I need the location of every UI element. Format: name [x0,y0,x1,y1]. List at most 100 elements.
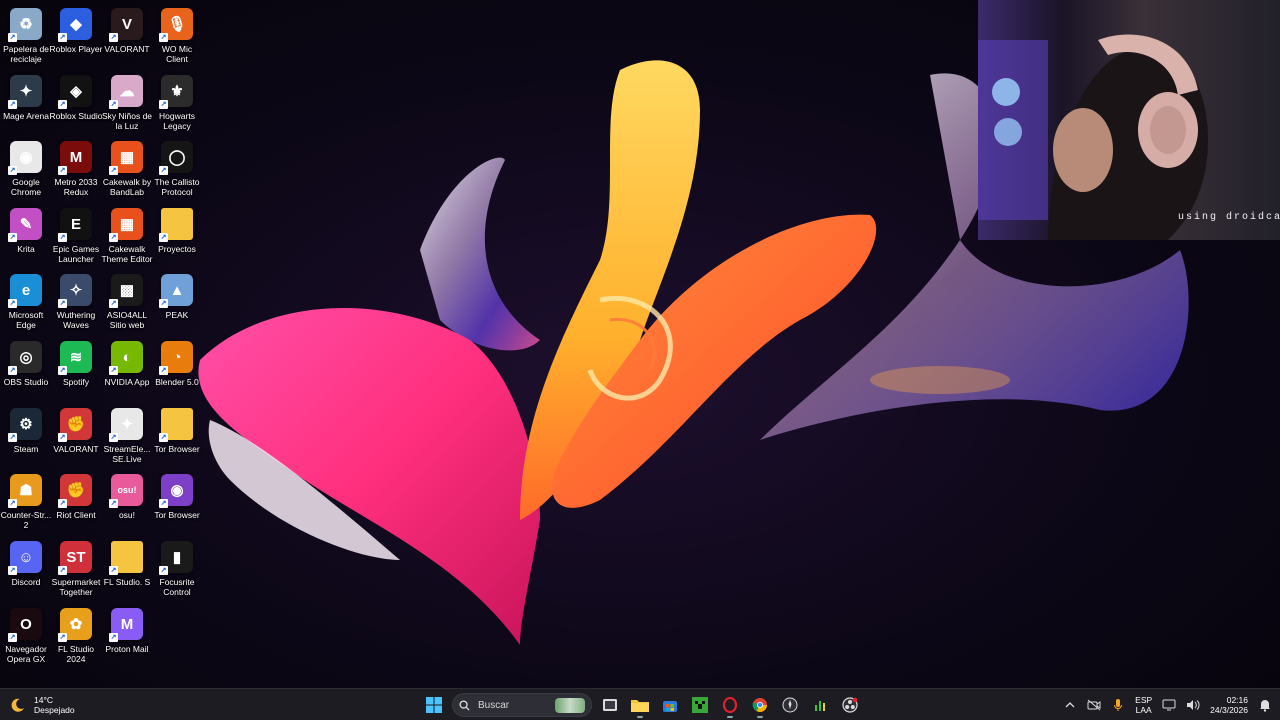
cakewalk-theme-icon: ▦ ↗ [109,208,143,242]
desktop-icon[interactable]: V ↗ VALORANT [101,4,153,70]
desktop-icon-label: Papelera de reciclaje [3,44,49,64]
fl-folder-icon: ↗ [109,541,143,575]
desktop-icon-grid: ♻ ↗ Papelera de reciclaje ◆ ↗ Roblox Player V ↗… [0,0,204,688]
shortcut-arrow-icon: ↗ [159,233,168,242]
start-button[interactable] [422,693,446,717]
volume-icon[interactable] [1186,698,1200,712]
language-indicator[interactable]: ESP LAA [1135,695,1152,715]
search-placeholder: Buscar [478,699,510,711]
desktop-icon[interactable]: ▲ ↗ PEAK [151,270,203,336]
desktop-icon[interactable]: ◎ ↗ OBS Studio [0,337,52,403]
desktop-icon[interactable]: ♻ ↗ Papelera de reciclaje [0,4,52,70]
notifications-icon[interactable] [1258,698,1272,712]
krita-icon: ✎ ↗ [8,208,42,242]
desktop-icon-label: Blender 5.0 [155,377,199,387]
shortcut-arrow-icon: ↗ [58,299,67,308]
minecraft-button[interactable] [688,693,712,717]
desktop-icon[interactable]: M ↗ Proton Mail [101,604,153,670]
focusrite-icon: ▮ ↗ [159,541,193,575]
proton-mail-icon: M ↗ [109,608,143,642]
shortcut-arrow-icon: ↗ [109,33,118,42]
desktop-icon[interactable]: ↗ FL Studio. S [101,537,153,603]
desktop-icon-label: OBS Studio [3,377,49,387]
opera-gx-icon [722,697,738,713]
taskbar-search[interactable]: Buscar [452,693,592,717]
desktop-icon[interactable]: ⚜ ↗ Hogwarts Legacy [151,71,203,137]
desktop-icon[interactable]: ✊ ↗ VALORANT [50,404,102,470]
desktop-icon[interactable]: ↗ Proyectos [151,204,203,270]
desktop-icon[interactable]: ◉ ↗ Tor Browser [151,470,203,536]
desktop-icon[interactable]: ↗ Tor Browser [151,404,203,470]
desktop-icon[interactable]: O ↗ Navegador Opera GX [0,604,52,670]
desktop-icon[interactable]: ▩ ↗ ASIO4ALL Sitio web [101,270,153,336]
edge-icon: e ↗ [8,274,42,308]
desktop-icon[interactable]: ⚙ ↗ Steam [0,404,52,470]
desktop-icon-label: The Callisto Protocol [154,177,200,197]
desktop-icon[interactable]: ≋ ↗ Spotify [50,337,102,403]
clock[interactable]: 02:16 24/3/2026 [1210,695,1248,715]
desktop-icon[interactable]: ▮ ↗ Focusrite Control [151,537,203,603]
shortcut-arrow-icon: ↗ [58,633,67,642]
desktop-icon[interactable]: e ↗ Microsoft Edge [0,270,52,336]
streamelements-button[interactable] [778,693,802,717]
desktop-icon-label: Metro 2033 Redux [54,177,98,197]
desktop-icon-label: Cakewalk by BandLab [102,177,152,197]
camera-off-icon[interactable] [1087,698,1101,712]
desktop-icon[interactable]: ✎ ↗ Krita [0,204,52,270]
desktop-icon[interactable]: ✧ ↗ Wuthering Waves [50,270,102,336]
desktop-icon[interactable]: ◆ ↗ Roblox Player [50,4,102,70]
obs-icon [842,697,858,713]
desktop-icon[interactable]: ◉ ↗ Google Chrome [0,137,52,203]
desktop-icon-label: Spotify [63,377,89,387]
desktop-icon[interactable]: ✊ ↗ Riot Client [50,470,102,536]
desktop-icon-label: Krita [17,244,35,254]
nvidia-icon: ◐ ↗ [109,341,143,375]
desktop-icon[interactable]: ☗ ↗ Counter-Str... 2 [0,470,52,536]
desktop-icon-label: FL Studio 2024 [57,644,95,664]
desktop-icon[interactable]: ✦ ↗ Mage Arena [0,71,52,137]
desktop-icon[interactable]: ◈ ↗ Roblox Studio [50,71,102,137]
wuthering-waves-icon: ✧ ↗ [58,274,92,308]
desktop-icon[interactable]: ◐ ↗ NVIDIA App [101,337,153,403]
desktop-icon[interactable]: ST ↗ Supermarket Together [50,537,102,603]
microphone-icon[interactable] [1111,698,1125,712]
microphone-icon: 🎙 ↗ [159,8,193,42]
focusrite-button[interactable] [808,693,832,717]
desktop-icon[interactable]: ▦ ↗ Cakewalk by BandLab [101,137,153,203]
riot-valorant-icon: ✊ ↗ [58,408,92,442]
recycle-bin-icon: ♻ ↗ [8,8,42,42]
desktop-icon[interactable]: ✿ ↗ FL Studio 2024 [50,604,102,670]
shortcut-arrow-icon: ↗ [8,100,17,109]
shortcut-arrow-icon: ↗ [159,566,168,575]
obs-icon: ◎ ↗ [8,341,42,375]
desktop-icon[interactable]: ✦ ↗ StreamEle... SE.Live [101,404,153,470]
webcam-overlay: using droidcam [978,0,1280,240]
desktop-icon[interactable]: ☁ ↗ Sky Niños de la Luz [101,71,153,137]
opera-gx-button[interactable] [718,693,742,718]
store-button[interactable] [658,693,682,717]
network-icon[interactable] [1162,698,1176,712]
language-bottom: LAA [1135,705,1152,715]
shortcut-arrow-icon: ↗ [58,433,67,442]
desktop-icon-label: FL Studio. S [103,577,151,587]
epic-games-icon: E ↗ [58,208,92,242]
desktop-icon[interactable]: ◯ ↗ The Callisto Protocol [151,137,203,203]
shortcut-arrow-icon: ↗ [109,499,118,508]
desktop-icon[interactable]: ◔ ↗ Blender 5.0 [151,337,203,403]
tor-browser-icon: ◉ ↗ [159,474,193,508]
file-explorer-button[interactable] [628,693,652,718]
shortcut-arrow-icon: ↗ [109,433,118,442]
desktop-icon-label: Tor Browser [154,444,200,454]
task-view-button[interactable] [598,693,622,717]
desktop-icon[interactable]: ☺ ↗ Discord [0,537,52,603]
desktop-icon[interactable]: E ↗ Epic Games Launcher [50,204,102,270]
obs-button[interactable] [838,693,862,717]
weather-widget[interactable]: 14°C Despejado [10,692,75,718]
shortcut-arrow-icon: ↗ [159,100,168,109]
desktop-icon[interactable]: ▦ ↗ Cakewalk Theme Editor [101,204,153,270]
chevron-up-icon[interactable] [1063,698,1077,712]
desktop-icon[interactable]: 🎙 ↗ WO Mic Client [151,4,203,70]
desktop-icon[interactable]: osu! ↗ osu! [101,470,153,536]
chrome-button[interactable] [748,693,772,718]
desktop-icon[interactable]: M ↗ Metro 2033 Redux [50,137,102,203]
